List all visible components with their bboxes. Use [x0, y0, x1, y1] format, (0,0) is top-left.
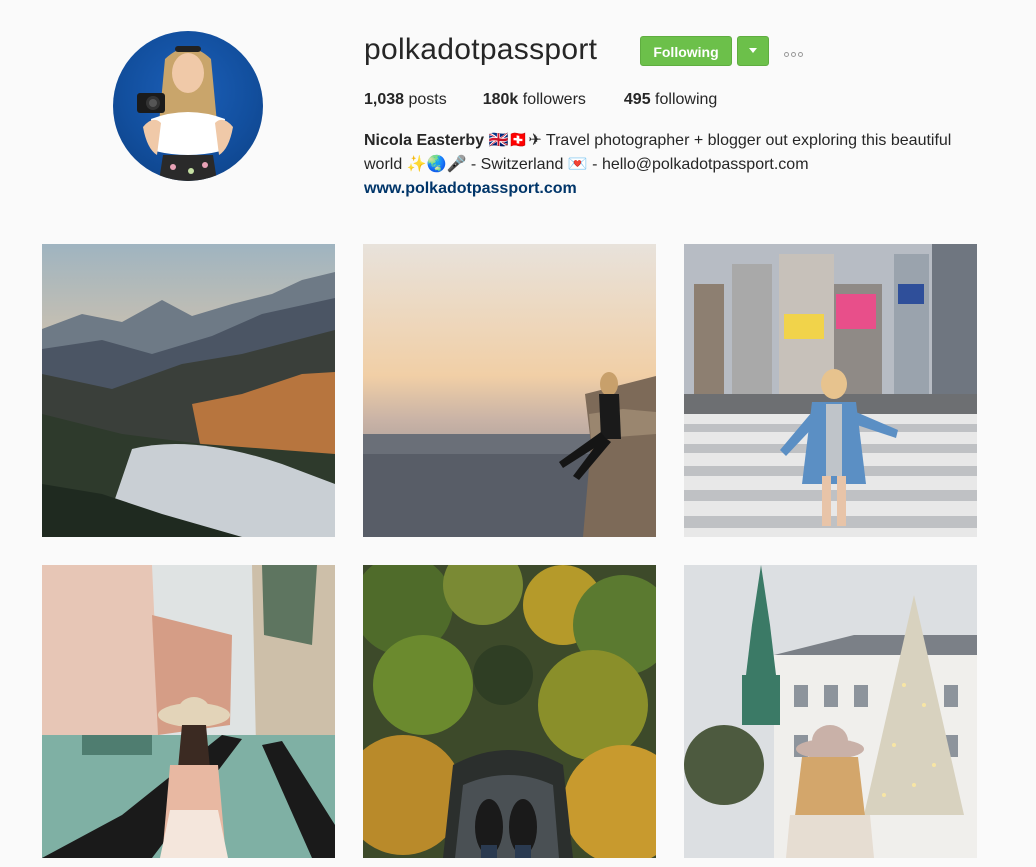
posts-stat: 1,038 posts	[364, 90, 447, 110]
following-button[interactable]: Following	[640, 36, 732, 66]
profile-page: polkadotpassport Following 1,038 posts 18…	[0, 0, 1036, 867]
avatar-photo	[137, 46, 233, 181]
post-thumbnail-venice-gondola[interactable]	[42, 565, 335, 858]
post-thumbnail-city-crosswalk[interactable]	[684, 244, 977, 537]
profile-stats: 1,038 posts 180k followers 495 following	[364, 90, 753, 110]
follow-dropdown-button[interactable]	[737, 36, 769, 66]
post-image	[42, 244, 335, 537]
posts-count: 1,038	[364, 91, 405, 108]
post-thumbnail-mountain-valley[interactable]	[42, 244, 335, 537]
post-image	[42, 565, 335, 858]
bio-text-1: 🇬🇧🇨🇭✈ Travel photographer + blogger out …	[484, 132, 952, 149]
post-image	[684, 244, 977, 537]
followers-label: followers	[518, 91, 586, 108]
profile-avatar[interactable]	[113, 31, 263, 181]
following-count: 495	[623, 91, 651, 108]
followers-count: 180k	[482, 91, 519, 108]
bio-line-1: Nicola Easterby 🇬🇧🇨🇭✈ Travel photographe…	[364, 129, 984, 153]
ellipsis-icon	[784, 44, 805, 61]
following-stat[interactable]: 495 following	[624, 90, 717, 110]
posts-label: posts	[404, 91, 447, 108]
bio-line-2: world ✨🌏🎤 - Switzerland 💌 - hello@polkad…	[364, 156, 809, 173]
profile-bio: Nicola Easterby 🇬🇧🇨🇭✈ Travel photographe…	[364, 129, 984, 201]
more-options-button[interactable]	[784, 44, 810, 57]
bio-website-link[interactable]: www.polkadotpassport.com	[364, 177, 984, 201]
post-image	[363, 565, 656, 858]
bio-full-name: Nicola Easterby	[364, 132, 485, 149]
post-thumbnail-forest-canyon[interactable]	[363, 565, 656, 858]
caret-down-icon	[749, 48, 757, 53]
following-label: following	[650, 91, 718, 108]
post-image	[684, 565, 977, 858]
followers-stat[interactable]: 180k followers	[483, 90, 586, 110]
post-image	[363, 244, 656, 537]
profile-username: polkadotpassport	[364, 33, 598, 66]
post-thumbnail-ledge-city[interactable]	[363, 244, 656, 537]
post-thumbnail-christmas-square[interactable]	[684, 565, 977, 858]
